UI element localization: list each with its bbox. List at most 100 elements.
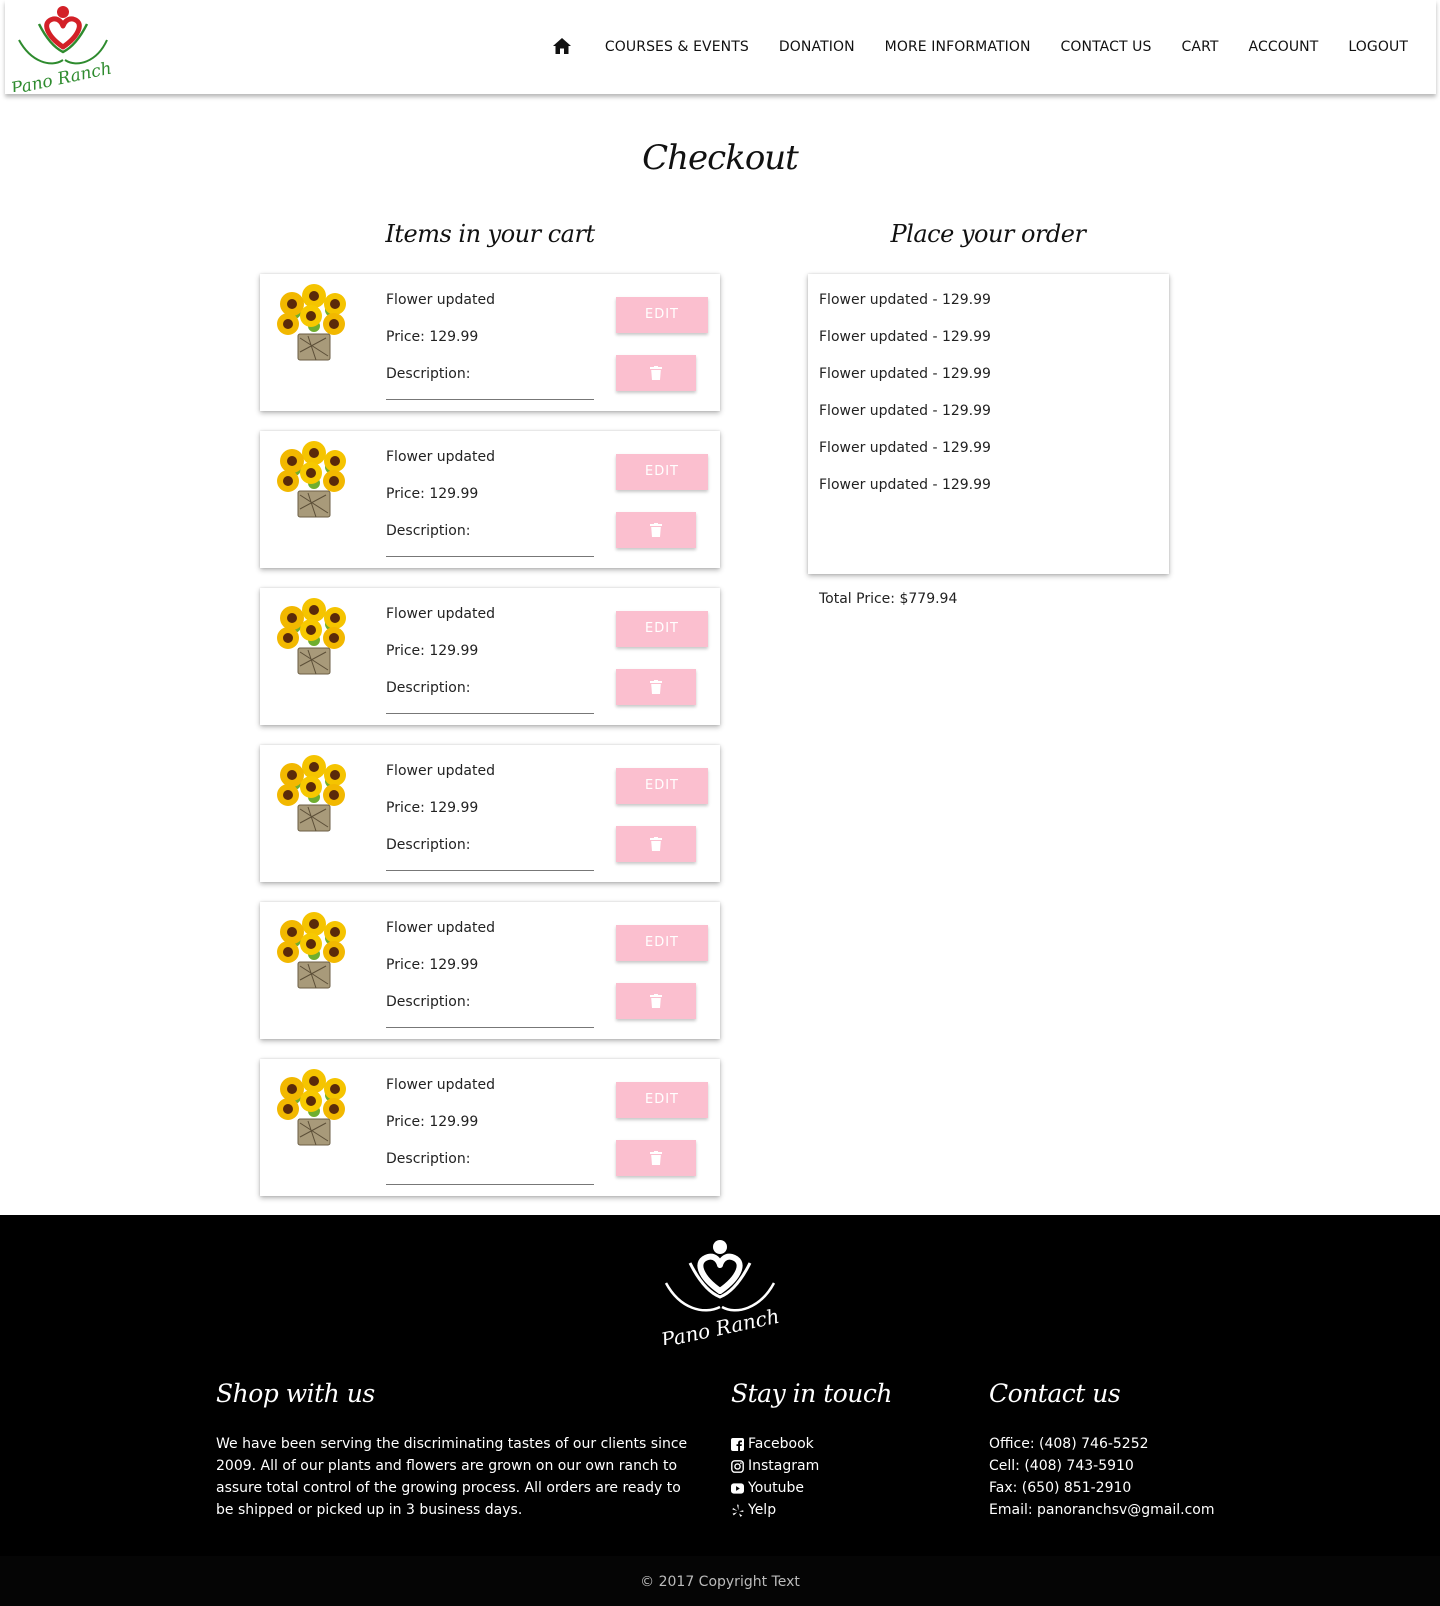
instagram-link[interactable]: Instagram (731, 1455, 819, 1477)
edit-button[interactable]: EDIT (616, 1082, 708, 1118)
stay-in-touch-title: Stay in touch (731, 1379, 893, 1408)
order-line-item: Flower updated - 129.99 (819, 403, 991, 419)
edit-button[interactable]: EDIT (616, 454, 708, 490)
sunflower-bouquet-image (272, 1067, 354, 1149)
yelp-label: Yelp (748, 1502, 777, 1518)
trash-icon (650, 366, 662, 380)
youtube-link[interactable]: Youtube (731, 1477, 819, 1499)
facebook-icon (731, 1437, 744, 1451)
yelp-link[interactable]: Yelp (731, 1499, 819, 1521)
youtube-icon (731, 1482, 744, 1495)
cart-item-card: Flower updated Price: 129.99 Description… (260, 274, 720, 411)
contact-us-title: Contact us (989, 1379, 1121, 1408)
cart-item-card: Flower updated Price: 129.99 Description… (260, 431, 720, 568)
edit-button[interactable]: EDIT (616, 297, 708, 333)
sunflower-bouquet-image (272, 439, 354, 521)
item-price: Price: 129.99 (386, 800, 479, 816)
page-title: Checkout (642, 138, 799, 178)
cart-item-card: Flower updated Price: 129.99 Description… (260, 1059, 720, 1196)
footer: Pano Ranch Shop with us We have been ser… (0, 1215, 1440, 1606)
order-heading: Place your order (890, 220, 1086, 248)
shop-with-us-text: We have been serving the discriminating … (216, 1436, 688, 1518)
cart-item-card: Flower updated Price: 129.99 Description… (260, 588, 720, 725)
svg-text:Pano Ranch: Pano Ranch (11, 59, 113, 92)
delete-button[interactable] (616, 669, 696, 705)
trash-icon (650, 523, 662, 537)
order-line-item: Flower updated - 129.99 (819, 366, 991, 382)
nav-more-information[interactable]: MORE INFORMATION (870, 39, 1046, 55)
trash-icon (650, 1151, 662, 1165)
description-input-line[interactable] (386, 1184, 594, 1185)
heart-person-logo-icon: Pano Ranch (8, 6, 113, 100)
main-menu: COURSES & EVENTS DONATION MORE INFORMATI… (537, 0, 1423, 94)
yelp-icon (731, 1504, 744, 1517)
item-name: Flower updated (386, 920, 495, 936)
cart-heading: Items in your cart (385, 220, 595, 248)
office-phone: Office: (408) 746-5252 (989, 1436, 1149, 1452)
item-name: Flower updated (386, 1077, 495, 1093)
order-line-item: Flower updated - 129.99 (819, 477, 991, 493)
edit-button[interactable]: EDIT (616, 925, 708, 961)
item-description-label: Description: (386, 523, 471, 539)
facebook-link[interactable]: Facebook (731, 1433, 819, 1455)
order-line-item: Flower updated - 129.99 (819, 440, 991, 456)
order-line-item: Flower updated - 129.99 (819, 292, 991, 308)
nav-courses-events[interactable]: COURSES & EVENTS (590, 39, 764, 55)
delete-button[interactable] (616, 1140, 696, 1176)
email-address[interactable]: Email: panoranchsv@gmail.com (989, 1499, 1215, 1521)
description-input-line[interactable] (386, 1027, 594, 1028)
delete-button[interactable] (616, 512, 696, 548)
navbar: Pano Ranch COURSES & EVENTS DONATION MOR… (5, 0, 1436, 100)
order-line-item: Flower updated - 129.99 (819, 329, 991, 345)
copyright-text: © 2017 Copyright Text (640, 1574, 800, 1590)
description-input-line[interactable] (386, 870, 594, 871)
instagram-label: Instagram (748, 1458, 820, 1474)
order-summary-panel: Flower updated - 129.99 Flower updated - … (808, 274, 1169, 574)
edit-button[interactable]: EDIT (616, 611, 708, 647)
cell-phone: Cell: (408) 743-5910 (989, 1458, 1134, 1474)
description-input-line[interactable] (386, 713, 594, 714)
trash-icon (650, 837, 662, 851)
item-price: Price: 129.99 (386, 957, 479, 973)
total-price: Total Price: $779.94 (819, 591, 958, 607)
trash-icon (650, 994, 662, 1008)
item-description-label: Description: (386, 680, 471, 696)
description-input-line[interactable] (386, 556, 594, 557)
delete-button[interactable] (616, 826, 696, 862)
sunflower-bouquet-image (272, 282, 354, 364)
sunflower-bouquet-image (272, 753, 354, 835)
description-input-line[interactable] (386, 399, 594, 400)
nav-account[interactable]: ACCOUNT (1234, 39, 1334, 55)
nav-cart[interactable]: CART (1167, 39, 1234, 55)
item-price: Price: 129.99 (386, 643, 479, 659)
item-description-label: Description: (386, 837, 471, 853)
home-icon (552, 38, 571, 54)
item-price: Price: 129.99 (386, 486, 479, 502)
delete-button[interactable] (616, 983, 696, 1019)
pano-ranch-logo[interactable]: Pano Ranch (8, 2, 115, 100)
instagram-icon (731, 1459, 744, 1473)
heart-person-logo-icon: Pano Ranch (658, 1240, 782, 1352)
nav-donation[interactable]: DONATION (764, 39, 870, 55)
cart-item-card: Flower updated Price: 129.99 Description… (260, 745, 720, 882)
footer-logo: Pano Ranch (656, 1235, 784, 1352)
trash-icon (650, 680, 662, 694)
item-price: Price: 129.99 (386, 1114, 479, 1130)
social-links: Facebook Instagram Youtube Yelp (731, 1433, 819, 1521)
svg-text:Pano Ranch: Pano Ranch (658, 1304, 782, 1345)
copyright-bar: © 2017 Copyright Text (0, 1556, 1440, 1606)
item-description-label: Description: (386, 994, 471, 1010)
nav-logout[interactable]: LOGOUT (1333, 39, 1423, 55)
nav-contact-us[interactable]: CONTACT US (1046, 39, 1167, 55)
delete-button[interactable] (616, 355, 696, 391)
nav-home[interactable] (537, 37, 590, 57)
item-name: Flower updated (386, 763, 495, 779)
cart-item-card: Flower updated Price: 129.99 Description… (260, 902, 720, 1039)
contact-info: Office: (408) 746-5252 Cell: (408) 743-5… (989, 1433, 1215, 1521)
item-description-label: Description: (386, 366, 471, 382)
edit-button[interactable]: EDIT (616, 768, 708, 804)
item-price: Price: 129.99 (386, 329, 479, 345)
sunflower-bouquet-image (272, 910, 354, 992)
sunflower-bouquet-image (272, 596, 354, 678)
item-name: Flower updated (386, 449, 495, 465)
